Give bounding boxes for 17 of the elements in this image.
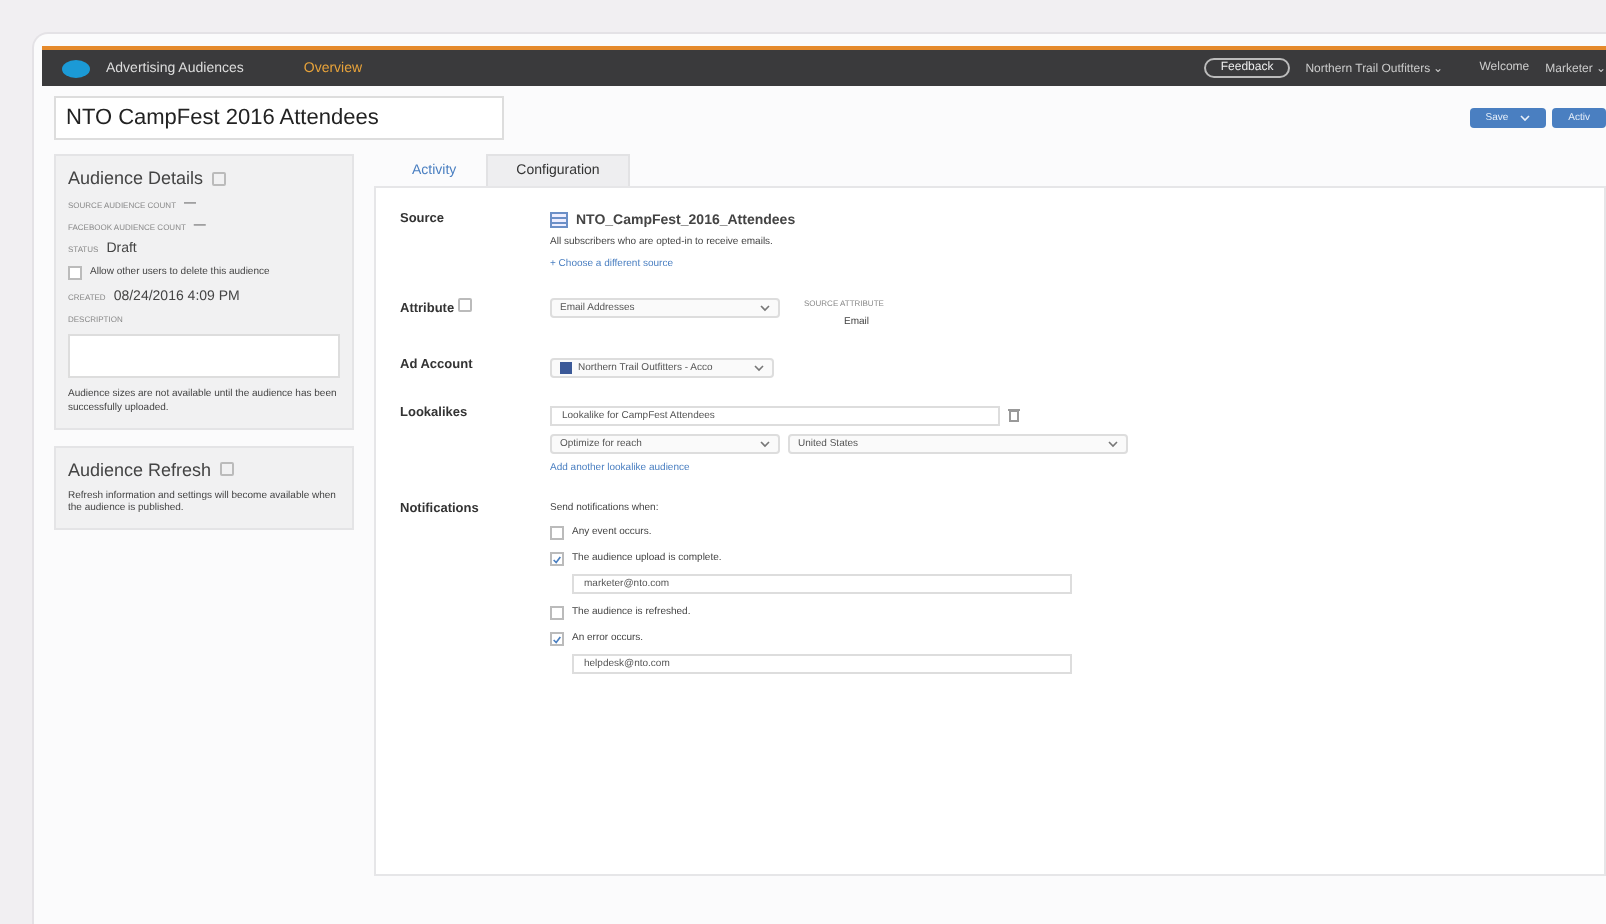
table-icon bbox=[550, 212, 568, 228]
chevron-down-icon bbox=[760, 439, 770, 447]
description-field[interactable] bbox=[68, 334, 340, 378]
title-field[interactable]: NTO CampFest 2016 Attendees bbox=[54, 96, 504, 140]
checkbox[interactable] bbox=[550, 632, 564, 647]
checkbox[interactable] bbox=[550, 552, 564, 567]
facebook-icon bbox=[560, 361, 572, 373]
chevron-down-icon bbox=[1108, 439, 1118, 447]
cloud-logo-icon bbox=[62, 59, 90, 77]
checkbox[interactable] bbox=[550, 606, 564, 621]
chevron-down-icon bbox=[760, 303, 770, 312]
panel-heading: Audience Refresh bbox=[68, 459, 212, 479]
panel-heading: Audience Details bbox=[68, 168, 204, 188]
checkbox[interactable] bbox=[550, 526, 564, 541]
trash-icon[interactable] bbox=[1008, 408, 1020, 422]
checkbox[interactable] bbox=[68, 266, 82, 280]
chevron-down-icon bbox=[754, 363, 764, 371]
